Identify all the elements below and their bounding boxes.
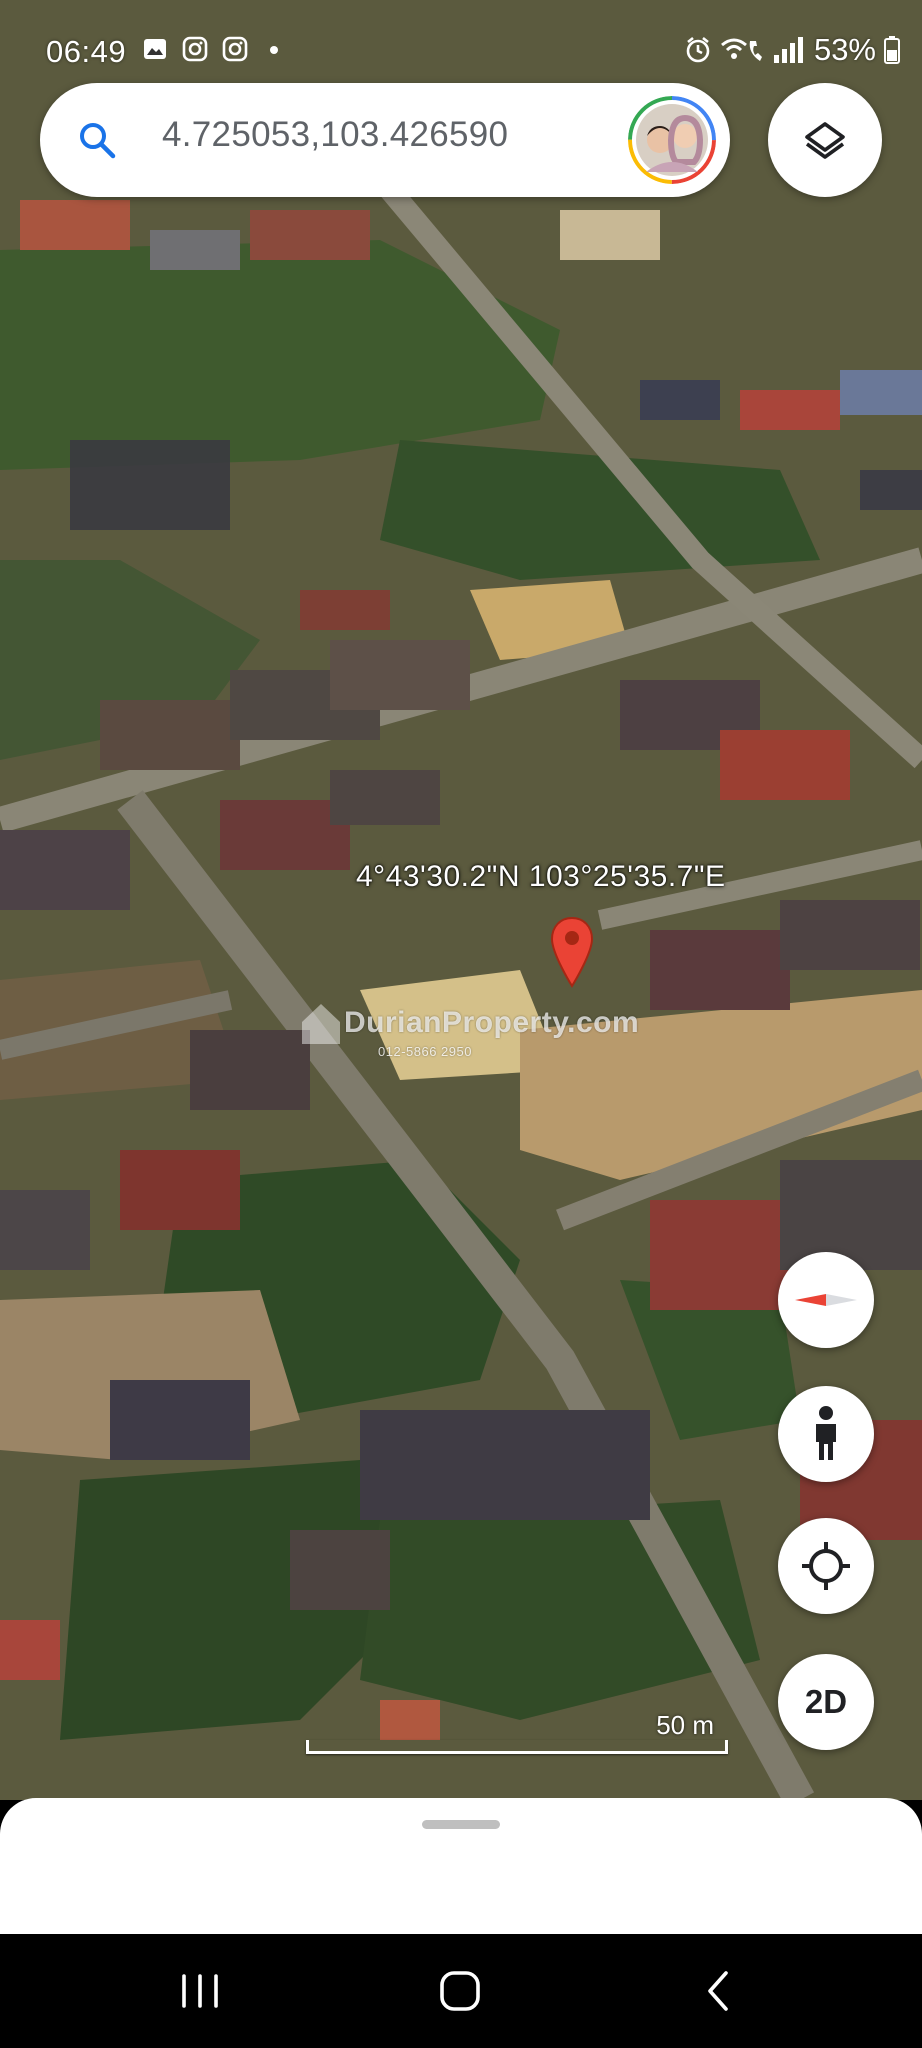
satellite-map[interactable]	[0, 0, 922, 1800]
drag-handle[interactable]	[422, 1820, 500, 1829]
gallery-icon	[144, 39, 166, 59]
back-icon[interactable]	[688, 1964, 748, 2018]
scale-ruler	[306, 1740, 728, 1754]
layers-icon	[805, 122, 845, 159]
crosshair-icon	[802, 1542, 850, 1590]
dot-icon	[270, 46, 278, 54]
bottom-sheet[interactable]	[0, 1798, 922, 1934]
street-view-button[interactable]	[778, 1386, 874, 1482]
watermark-text: DurianProperty.com	[344, 1006, 640, 1039]
status-time: 06:49	[46, 34, 127, 69]
2d-toggle-button[interactable]: 2D	[778, 1654, 874, 1750]
compass-button[interactable]	[778, 1252, 874, 1348]
alarm-icon	[686, 36, 710, 63]
signal-icon	[773, 37, 803, 63]
instagram-icon	[182, 36, 208, 62]
battery-icon	[884, 36, 900, 64]
navigation-bar	[0, 1934, 922, 2048]
layers-button[interactable]	[768, 83, 882, 197]
search-input[interactable]: 4.725053,103.426590	[162, 115, 508, 155]
my-location-button[interactable]	[778, 1518, 874, 1614]
avatar[interactable]	[628, 96, 716, 184]
home-icon[interactable]	[430, 1964, 490, 2018]
coordinates-label: 4°43'30.2"N 103°25'35.7"E	[356, 860, 726, 893]
scale-bar: 50 m	[306, 1704, 728, 1760]
recent-apps-icon[interactable]	[170, 1964, 230, 2018]
battery-percent: 53%	[813, 32, 876, 67]
pegman-icon	[816, 1406, 836, 1460]
watermark: DurianProperty.com 012-5866 2950	[300, 1004, 640, 1059]
wifi-calling-icon	[720, 38, 762, 61]
instagram-icon	[222, 36, 248, 62]
status-right-group: 53%	[684, 32, 900, 68]
watermark-phone: 012-5866 2950	[378, 1044, 472, 1059]
2d-label: 2D	[804, 1683, 848, 1720]
search-bar[interactable]: 4.725053,103.426590	[40, 83, 730, 197]
scale-label: 50 m	[656, 1710, 714, 1740]
house-icon	[302, 1004, 340, 1044]
compass-icon	[795, 1294, 857, 1306]
location-pin-icon[interactable]	[549, 916, 595, 988]
search-icon[interactable]	[76, 119, 118, 161]
